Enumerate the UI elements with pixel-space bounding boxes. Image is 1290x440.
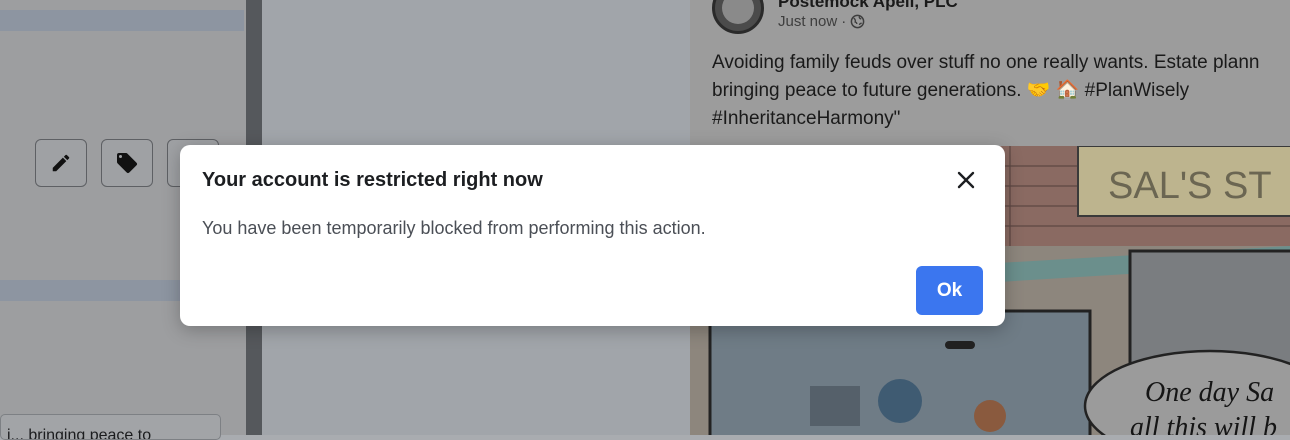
close-icon (957, 171, 975, 189)
edit-button[interactable] (35, 139, 87, 187)
post-meta: Just now · (778, 13, 865, 30)
tag-button[interactable] (101, 139, 153, 187)
author-avatar[interactable] (712, 0, 764, 34)
account-restricted-dialog: Your account is restricted right now You… (180, 145, 1005, 326)
post-timestamp[interactable]: Just now (778, 13, 837, 30)
speech-bubble-line-1: One day Sa (1145, 377, 1274, 408)
left-bottom-field[interactable]: i... bringing peace to (0, 414, 221, 440)
globe-icon (850, 14, 865, 29)
pencil-icon (52, 154, 70, 172)
dialog-message: You have been temporarily blocked from p… (202, 218, 706, 238)
meta-separator: · (841, 13, 847, 30)
dialog-title: Your account is restricted right now (202, 169, 543, 191)
left-pane-header-stripe (0, 10, 244, 31)
speech-bubble-line-2: all this will b (1130, 412, 1277, 435)
svg-text:One day Sa all this will: One day Sa all this will b (1130, 377, 1281, 435)
post-text: Avoiding family feuds over stuff no one … (712, 52, 1260, 129)
post-author-name[interactable]: Postemock Apell, PLC (778, 0, 958, 12)
ok-button[interactable]: Ok (916, 266, 983, 315)
tag-icon (117, 153, 137, 174)
close-dialog-button[interactable] (954, 168, 978, 192)
shop-sign-text: SAL'S ST (1108, 165, 1272, 207)
